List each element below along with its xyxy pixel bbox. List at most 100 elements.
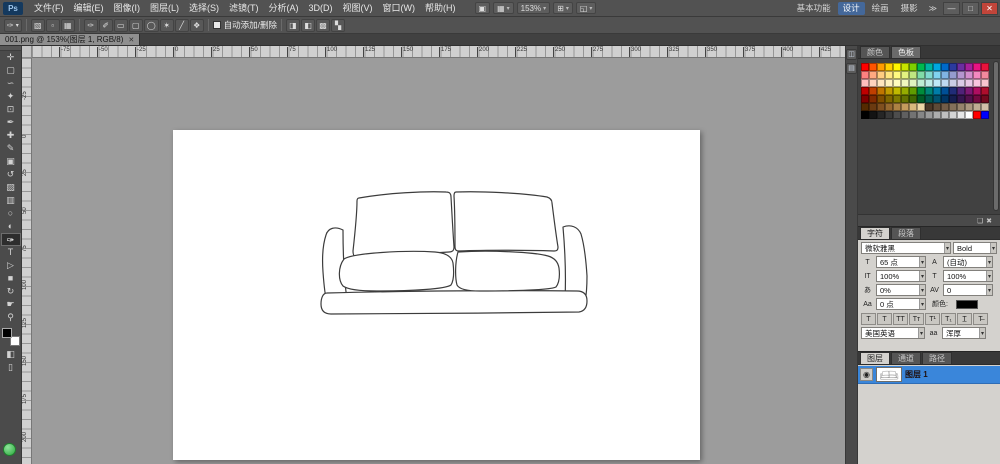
swatch[interactable] xyxy=(949,95,957,103)
layer-name[interactable]: 图层 1 xyxy=(905,369,928,380)
hand-tool[interactable]: ☛ xyxy=(1,298,21,311)
paths-icon[interactable]: ▫ xyxy=(46,19,60,32)
type-style-button[interactable]: T̲ xyxy=(957,313,972,325)
new-swatch-icon[interactable]: ❏ xyxy=(977,217,983,225)
swatch[interactable] xyxy=(973,111,981,119)
zoom-tool[interactable]: ⚲ xyxy=(1,311,21,324)
swatch[interactable] xyxy=(877,71,885,79)
swatch[interactable] xyxy=(981,71,989,79)
swatch[interactable] xyxy=(941,63,949,71)
workspace-button[interactable]: 基本功能 xyxy=(792,2,836,15)
swatch[interactable] xyxy=(957,95,965,103)
panel-tab[interactable]: 通道 xyxy=(891,352,921,364)
swatch[interactable] xyxy=(861,111,869,119)
type-style-button[interactable]: TT xyxy=(893,313,908,325)
rectangle-icon[interactable]: ▭ xyxy=(114,19,128,32)
close-button[interactable]: ✕ xyxy=(981,2,998,15)
workspace-button[interactable]: 摄影 xyxy=(896,2,923,15)
swatch[interactable] xyxy=(933,95,941,103)
marquee-tool[interactable]: ▢ xyxy=(1,64,21,77)
swatch[interactable] xyxy=(893,79,901,87)
menu-item[interactable]: 图像(I) xyxy=(109,3,146,13)
shape-tool[interactable]: ■ xyxy=(1,272,21,285)
swatch[interactable] xyxy=(877,87,885,95)
swatch[interactable] xyxy=(877,111,885,119)
workspace-button[interactable]: 设计 xyxy=(838,2,865,15)
swatch[interactable] xyxy=(909,71,917,79)
layer-thumbnail[interactable] xyxy=(876,367,902,382)
type-style-button[interactable]: T̶ xyxy=(973,313,988,325)
collapsed-panel-history[interactable]: ◫ xyxy=(846,49,857,60)
workspace-button[interactable]: 绘画 xyxy=(867,2,894,15)
pen-icon[interactable]: ✑ xyxy=(84,19,98,32)
collapsed-panel-info[interactable]: ▤ xyxy=(846,63,857,74)
polygon-icon[interactable]: ✶ xyxy=(160,19,174,32)
swatch[interactable] xyxy=(901,111,909,119)
antialias-select[interactable]: 浑厚 xyxy=(942,327,986,339)
swatch[interactable] xyxy=(965,87,973,95)
lasso-tool[interactable]: ∽ xyxy=(1,77,21,90)
swatch[interactable] xyxy=(893,71,901,79)
swatch[interactable] xyxy=(965,111,973,119)
swatch[interactable] xyxy=(869,71,877,79)
swatch[interactable] xyxy=(909,87,917,95)
swatch[interactable] xyxy=(901,87,909,95)
swatch[interactable] xyxy=(941,95,949,103)
font-style-select[interactable]: Bold xyxy=(953,242,997,254)
swatch[interactable] xyxy=(861,87,869,95)
swatch[interactable] xyxy=(925,63,933,71)
panel-tab[interactable]: 段落 xyxy=(891,227,921,239)
menu-item[interactable]: 3D(D) xyxy=(304,3,338,13)
swatch[interactable] xyxy=(861,95,869,103)
clone-stamp-tool[interactable]: ▣ xyxy=(1,155,21,168)
swatch[interactable] xyxy=(957,111,965,119)
swatch[interactable] xyxy=(885,111,893,119)
menu-item[interactable]: 窗口(W) xyxy=(378,3,421,13)
swatch[interactable] xyxy=(981,111,989,119)
swatch[interactable] xyxy=(925,95,933,103)
language-select[interactable]: 美国英语 xyxy=(861,327,925,339)
swatch[interactable] xyxy=(941,103,949,111)
menu-item[interactable]: 文件(F) xyxy=(29,3,69,13)
swatches-scrollbar[interactable] xyxy=(993,61,999,211)
screen-mode-button[interactable]: ◱▾ xyxy=(576,2,597,14)
blur-tool[interactable]: ○ xyxy=(1,207,21,220)
swatch[interactable] xyxy=(925,87,933,95)
type-style-button[interactable]: Tт xyxy=(909,313,924,325)
freeform-pen-icon[interactable]: ✐ xyxy=(99,19,113,32)
swatch[interactable] xyxy=(893,87,901,95)
menu-item[interactable]: 视图(V) xyxy=(338,3,378,13)
intersect-area-icon[interactable]: ▩ xyxy=(316,19,330,32)
ellipse-icon[interactable]: ◯ xyxy=(144,19,159,32)
menu-item[interactable]: 编辑(E) xyxy=(69,3,109,13)
swatch[interactable] xyxy=(909,103,917,111)
swatch[interactable] xyxy=(893,111,901,119)
layer-visibility-eye-icon[interactable]: ◉ xyxy=(860,368,873,381)
text-color-chip[interactable] xyxy=(956,300,978,309)
font-size-select[interactable]: 65 点 xyxy=(876,256,926,268)
swatch[interactable] xyxy=(885,79,893,87)
swatch[interactable] xyxy=(957,63,965,71)
horizontal-scale-select[interactable]: 100% xyxy=(943,270,993,282)
move-tool[interactable]: ✛ xyxy=(1,51,21,64)
close-tab-icon[interactable]: ✕ xyxy=(128,36,134,44)
type-style-button[interactable]: T¹ xyxy=(925,313,940,325)
swatch[interactable] xyxy=(973,71,981,79)
shape-layers-icon[interactable]: ▧ xyxy=(31,19,45,32)
swatch[interactable] xyxy=(909,111,917,119)
custom-shape-icon[interactable]: ❖ xyxy=(190,19,204,32)
swatch[interactable] xyxy=(965,95,973,103)
ruler-origin-corner[interactable] xyxy=(22,46,32,58)
swatch[interactable] xyxy=(925,71,933,79)
swatch[interactable] xyxy=(973,79,981,87)
screen-mode-button[interactable]: ▯ xyxy=(1,361,21,374)
launch-bridge-button[interactable]: ▣ xyxy=(475,2,491,14)
swatch[interactable] xyxy=(917,95,925,103)
swatch[interactable] xyxy=(901,71,909,79)
swatch[interactable] xyxy=(869,87,877,95)
type-tool[interactable]: T xyxy=(1,246,21,259)
panel-tab[interactable]: 路径 xyxy=(922,352,952,364)
color-swatch-widget[interactable] xyxy=(2,328,20,346)
swatch[interactable] xyxy=(869,63,877,71)
swatch[interactable] xyxy=(909,63,917,71)
